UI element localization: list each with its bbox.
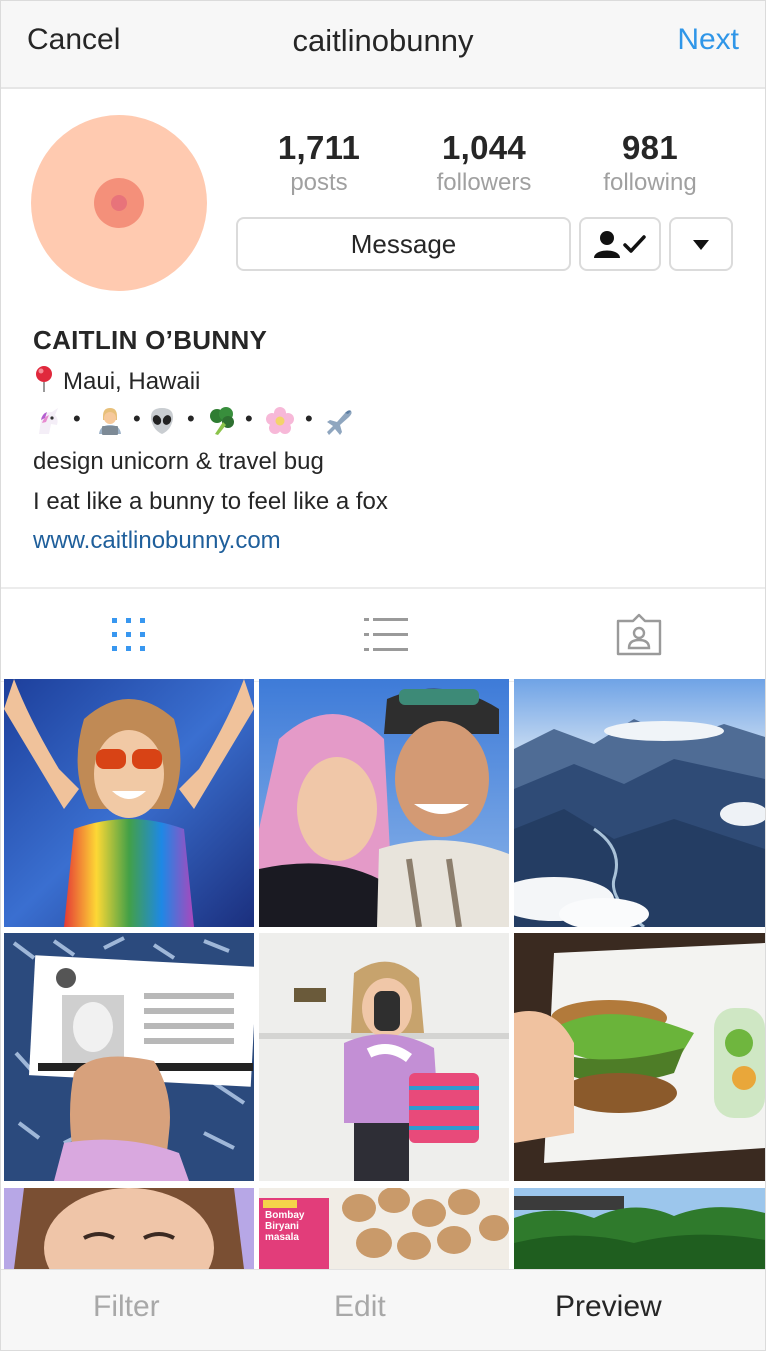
- technologist-icon: [99, 408, 121, 435]
- unicorn-icon: [39, 408, 58, 434]
- list-icon: [364, 618, 408, 651]
- photo-face-closeup[interactable]: [4, 1188, 254, 1269]
- person-check-icon: [594, 231, 646, 258]
- stat-followers[interactable]: 1,044 followers: [404, 129, 564, 197]
- photo-tie-dye-selfie[interactable]: [4, 679, 254, 927]
- emoji-separator: •: [305, 406, 313, 431]
- emoji-separator: •: [73, 406, 81, 431]
- edit-tab[interactable]: Edit: [334, 1290, 386, 1324]
- stat-following[interactable]: 981 following: [570, 129, 730, 197]
- biryani-box-label: Bombay Biryani masala: [265, 1210, 305, 1243]
- message-button[interactable]: Message: [236, 217, 571, 271]
- top-bar: Cancel caitlinobunny Next: [1, 1, 765, 89]
- location-text: Maui, Hawaii: [63, 367, 201, 395]
- map-pin-icon: [33, 365, 55, 400]
- stat-followers-label: followers: [436, 169, 532, 196]
- airplane-icon: [327, 410, 352, 435]
- next-button[interactable]: Next: [677, 23, 739, 57]
- tagged-photos-icon: [616, 613, 662, 656]
- profile-location: Maui, Hawaii: [33, 365, 200, 400]
- stat-following-value: 981: [622, 129, 678, 166]
- tab-list[interactable]: [256, 589, 511, 681]
- bio-line-2: I eat like a bunny to feel like a fox: [33, 488, 388, 515]
- photo-mountains-aerial[interactable]: [514, 679, 765, 927]
- profile-tabs: [1, 587, 765, 682]
- page-title: caitlinobunny: [292, 23, 474, 58]
- emoji-separator: •: [133, 406, 141, 431]
- broccoli-icon: [210, 407, 234, 435]
- stat-following-label: following: [603, 169, 697, 196]
- filter-tab[interactable]: Filter: [93, 1290, 160, 1324]
- stat-followers-value: 1,044: [441, 129, 527, 166]
- bottom-bar: Filter Edit Preview: [1, 1269, 765, 1350]
- website-link[interactable]: www.caitlinobunny.com: [33, 527, 281, 555]
- photo-mirror-selfie[interactable]: [259, 933, 509, 1181]
- grid-icon: [112, 618, 145, 651]
- photo-couple-selfie[interactable]: [259, 679, 509, 927]
- tab-grid[interactable]: [1, 589, 256, 681]
- more-options-button[interactable]: [669, 217, 733, 271]
- bio-line-1: design unicorn & travel bug: [33, 448, 324, 475]
- tab-tagged[interactable]: [511, 589, 765, 681]
- preview-tab[interactable]: Preview: [555, 1290, 662, 1324]
- photo-veggie-burger[interactable]: [514, 933, 765, 1181]
- stat-posts-value: 1,711: [277, 129, 361, 166]
- alien-icon: [150, 408, 174, 434]
- stat-posts-label: posts: [290, 169, 348, 196]
- flower-icon: [266, 407, 294, 434]
- stat-posts[interactable]: 1,711 posts: [239, 129, 399, 197]
- profile-name: CAITLIN O’BUNNY: [33, 325, 268, 355]
- photo-tropical-trees[interactable]: [514, 1188, 765, 1269]
- emoji-separator: •: [245, 406, 253, 431]
- avatar[interactable]: [31, 115, 207, 291]
- avatar-center: [111, 195, 127, 211]
- caret-down-icon: [693, 240, 709, 250]
- emoji-separator: •: [187, 406, 195, 431]
- photo-customs-card[interactable]: [4, 933, 254, 1181]
- photo-biryani-potatoes[interactable]: Bombay Biryani masala: [259, 1188, 509, 1269]
- screen: Cancel caitlinobunny Next 1,711 posts 1,…: [0, 0, 766, 1351]
- following-button[interactable]: [579, 217, 661, 271]
